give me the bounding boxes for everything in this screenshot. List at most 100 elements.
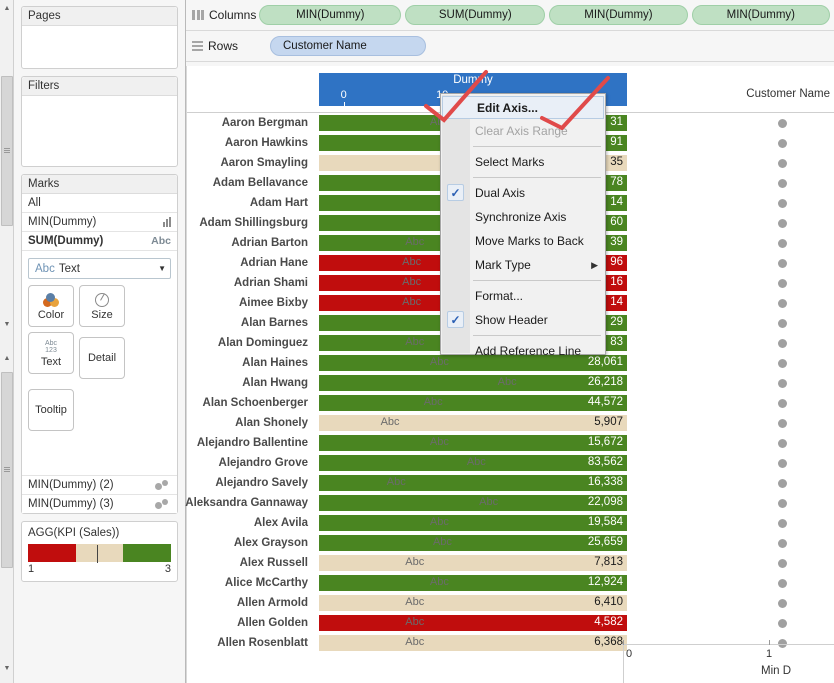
table-row[interactable]: Allen Golden Abc 4,582 — [187, 613, 834, 633]
table-row[interactable]: Aleksandra Gannaway Abc 22,098 — [185, 493, 834, 513]
table-row[interactable]: Alice McCarthy Abc 12,924 — [187, 573, 834, 593]
dot-cell[interactable] — [762, 153, 802, 173]
row-label[interactable]: Aimee Bixby — [187, 293, 313, 313]
context-menu-item-edit-axis[interactable]: Edit Axis... — [442, 96, 604, 119]
table-row[interactable]: Alex Grayson Abc 25,659 — [187, 533, 834, 553]
table-row[interactable]: Alejandro Grove Abc 83,562 — [187, 453, 834, 473]
row-label[interactable]: Alan Hwang — [187, 373, 313, 393]
dot-cell[interactable] — [762, 233, 802, 253]
rows-pill-1[interactable]: Customer Name — [270, 36, 426, 56]
dot-cell[interactable] — [762, 473, 802, 493]
scroll-down-arrow-2[interactable]: ▼ — [1, 662, 13, 674]
row-label[interactable]: Alan Barnes — [187, 313, 313, 333]
table-row[interactable]: Alex Avila Abc 19,584 — [187, 513, 834, 533]
row-bar[interactable]: Abc 22,098 — [319, 495, 627, 511]
scroll-down-arrow-1[interactable]: ▼ — [1, 318, 13, 330]
row-label[interactable]: Aaron Hawkins — [187, 133, 313, 153]
row-label[interactable]: Alan Haines — [187, 353, 313, 373]
pages-card-body[interactable] — [22, 26, 177, 68]
context-menu-item-add-reference-line[interactable]: Add Reference Line — [441, 339, 605, 363]
tooltip-shelf-button[interactable]: Tooltip — [28, 389, 74, 431]
dot-cell[interactable] — [762, 133, 802, 153]
columns-shelf[interactable]: Columns MIN(Dummy) SUM(Dummy) MIN(Dummy)… — [186, 0, 834, 31]
table-row[interactable]: Allen Armold Abc 6,410 — [187, 593, 834, 613]
row-bar[interactable]: Abc 44,572 — [319, 395, 627, 411]
row-label[interactable]: Alan Schoenberger — [187, 393, 313, 413]
row-bar[interactable]: Abc 7,813 — [319, 555, 627, 571]
row-label[interactable]: Aleksandra Gannaway — [185, 493, 313, 513]
left-edge-scrollbar[interactable]: ▲ ▼ ▲ ▼ — [0, 0, 14, 683]
color-shelf-button[interactable]: Color — [28, 285, 74, 327]
row-bar[interactable]: Abc 25,659 — [319, 535, 627, 551]
columns-pill-1[interactable]: MIN(Dummy) — [259, 5, 402, 25]
scroll-thumb-2[interactable] — [1, 372, 13, 568]
table-row[interactable]: Alan Hwang Abc 26,218 — [187, 373, 834, 393]
table-row[interactable]: Alan Schoenberger Abc 44,572 — [187, 393, 834, 413]
context-menu-item-move-marks-to-back[interactable]: Move Marks to Back — [441, 229, 605, 253]
dot-cell[interactable] — [762, 313, 802, 333]
axis-context-menu[interactable]: Edit Axis... Clear Axis Range Select Marks… — [440, 93, 606, 358]
dot-cell[interactable] — [762, 273, 802, 293]
row-bar[interactable]: Abc 6,410 — [319, 595, 627, 611]
row-bar[interactable]: Abc 83,562 — [319, 455, 627, 471]
row-label[interactable]: Alex Russell — [187, 553, 313, 573]
mark-type-dropdown[interactable]: Abc Text ▼ — [28, 258, 171, 279]
table-row[interactable]: Alex Russell Abc 7,813 — [187, 553, 834, 573]
row-label[interactable]: Allen Golden — [187, 613, 313, 633]
dot-cell[interactable] — [762, 333, 802, 353]
row-bar[interactable]: Abc 16,338 — [319, 475, 627, 491]
table-row[interactable]: Alejandro Ballentine Abc 15,672 — [187, 433, 834, 453]
dot-cell[interactable] — [762, 293, 802, 313]
row-bar[interactable]: Abc 6,368 — [319, 635, 627, 651]
dot-cell[interactable] — [762, 213, 802, 233]
dot-cell[interactable] — [762, 493, 802, 513]
row-bar[interactable]: Abc 15,672 — [319, 435, 627, 451]
row-label[interactable]: Alan Dominguez — [187, 333, 313, 353]
row-label[interactable]: Alejandro Ballentine — [187, 433, 313, 453]
row-label[interactable]: Adam Shillingsburg — [187, 213, 313, 233]
marks-all-row[interactable]: All — [22, 194, 177, 213]
dot-cell[interactable] — [762, 453, 802, 473]
marks-card-min-dummy-2[interactable]: MIN(Dummy) (2) — [22, 475, 177, 494]
rows-shelf[interactable]: Rows Customer Name — [186, 31, 834, 62]
dot-cell[interactable] — [762, 253, 802, 273]
marks-card-min-dummy[interactable]: MIN(Dummy) — [22, 213, 177, 232]
row-label[interactable]: Adrian Barton — [187, 233, 313, 253]
context-menu-item-show-header[interactable]: ✓ Show Header — [441, 308, 605, 332]
color-legend-ramp[interactable] — [28, 544, 172, 563]
detail-shelf-button[interactable]: Detail — [79, 337, 125, 379]
columns-pill-2[interactable]: SUM(Dummy) — [405, 5, 546, 25]
columns-pill-4[interactable]: MIN(Dummy) — [691, 5, 830, 25]
context-menu-item-select-marks[interactable]: Select Marks — [441, 150, 605, 174]
row-label[interactable]: Alejandro Grove — [187, 453, 313, 473]
marks-card-min-dummy-3[interactable]: MIN(Dummy) (3) — [22, 494, 177, 513]
row-label[interactable]: Allen Rosenblatt — [187, 633, 313, 653]
row-bar[interactable]: Abc 19,584 — [319, 515, 627, 531]
text-shelf-button[interactable]: Abc 123 Text — [28, 332, 74, 374]
dot-cell[interactable] — [762, 573, 802, 593]
dot-cell[interactable] — [762, 433, 802, 453]
dot-cell[interactable] — [762, 173, 802, 193]
filters-card-body[interactable] — [22, 96, 177, 166]
context-menu-item-mark-type[interactable]: Mark Type ▶ — [441, 253, 605, 277]
dot-cell[interactable] — [762, 393, 802, 413]
row-label[interactable]: Allen Armold — [187, 593, 313, 613]
dot-cell[interactable] — [762, 413, 802, 433]
context-menu-item-format[interactable]: Format... — [441, 284, 605, 308]
context-menu-item-synchronize-axis[interactable]: Synchronize Axis — [441, 205, 605, 229]
size-shelf-button[interactable]: Size — [79, 285, 125, 327]
row-label[interactable]: Adrian Hane — [187, 253, 313, 273]
row-bar[interactable]: Abc 5,907 — [319, 415, 627, 431]
row-label[interactable]: Alex Grayson — [187, 533, 313, 553]
row-label[interactable]: Adam Hart — [187, 193, 313, 213]
context-menu-item-dual-axis[interactable]: ✓ Dual Axis — [441, 181, 605, 205]
dot-cell[interactable] — [762, 353, 802, 373]
dot-cell[interactable] — [762, 533, 802, 553]
row-label[interactable]: Aaron Smayling — [187, 153, 313, 173]
dot-cell[interactable] — [762, 613, 802, 633]
dot-cell[interactable] — [762, 593, 802, 613]
row-bar[interactable]: Abc 12,924 — [319, 575, 627, 591]
scroll-up-arrow-2[interactable]: ▲ — [1, 352, 13, 364]
dot-cell[interactable] — [762, 553, 802, 573]
table-row[interactable]: Alan Shonely Abc 5,907 — [187, 413, 834, 433]
